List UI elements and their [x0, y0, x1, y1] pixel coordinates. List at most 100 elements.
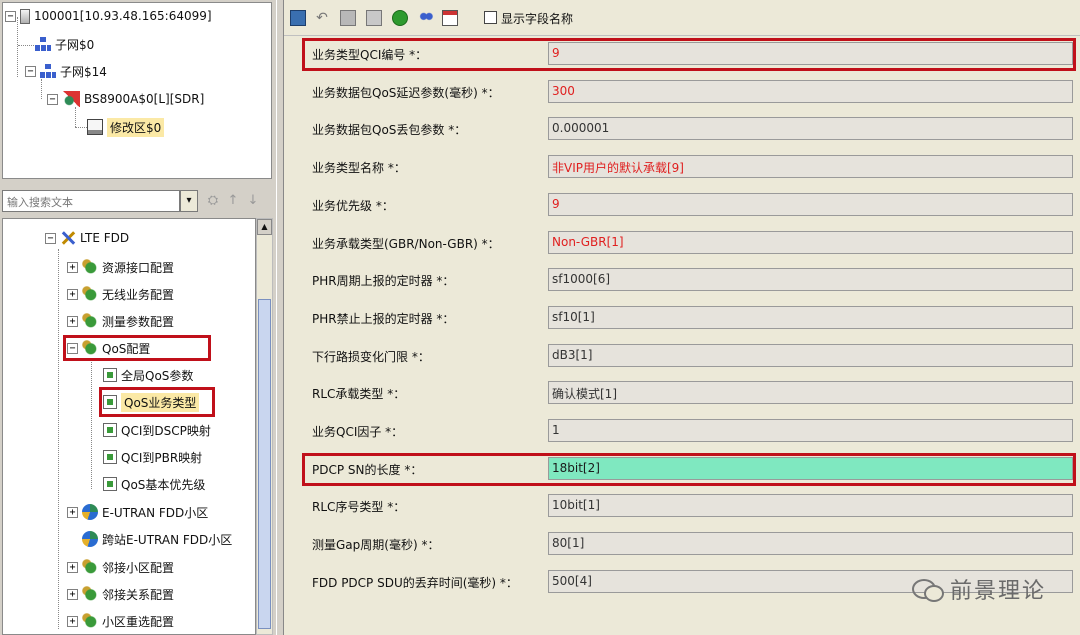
qos-service-type-highlight-box	[99, 387, 215, 417]
tree-node-qci-dscp-mapping[interactable]: QCI到DSCP映射	[103, 419, 211, 441]
field-value-input[interactable]: 非VIP用户的默认承载[9]	[548, 155, 1073, 179]
field-value-input[interactable]: 9	[548, 192, 1073, 216]
toolbar: ↶ 显示字段名称	[284, 0, 1080, 36]
tree-node-wireless-service[interactable]: + 无线业务配置	[67, 283, 174, 305]
tree-node-global-qos-params[interactable]: 全局QoS参数	[103, 364, 193, 386]
network-icon	[40, 64, 56, 78]
field-value-input[interactable]: 确认模式[1]	[548, 381, 1073, 405]
document-icon[interactable]	[366, 10, 382, 26]
field-label: FDD PDCP SDU的丢弃时间(毫秒) *：	[312, 575, 518, 590]
qci-highlight-box	[302, 38, 1076, 71]
expand-icon[interactable]: +	[67, 288, 78, 300]
field-value-input[interactable]: sf10[1]	[548, 305, 1073, 329]
tree-node-wireless-service-label: 无线业务配置	[102, 287, 175, 302]
collapse-icon[interactable]: −	[45, 232, 56, 244]
grid-icon[interactable]	[340, 10, 356, 26]
qos-service-type-form: 业务类型QCI编号 *： 9 业务数据包QoS延迟参数(毫秒) *： 300 业务数据包…	[288, 36, 1080, 635]
expand-icon[interactable]: +	[67, 588, 78, 600]
config-icon	[82, 259, 98, 275]
expand-icon[interactable]: +	[67, 615, 78, 627]
tree-node-measurement-params-label: 测量参数配置	[102, 314, 175, 329]
field-label: 业务承载类型(GBR/Non-GBR) *：	[312, 236, 500, 251]
calendar-icon[interactable]	[442, 10, 458, 26]
show-field-name-checkbox[interactable]	[484, 11, 497, 24]
tree-node-edit-area[interactable]: 修改区$0	[87, 116, 165, 138]
tree-node-qci-pbr-mapping[interactable]: QCI到PBR映射	[103, 446, 202, 468]
field-value-input[interactable]: 1	[548, 419, 1073, 442]
scrollbar-thumb[interactable]	[258, 299, 271, 629]
search-row: 输入搜索文本 ▾ ⛭ ↑ ↓	[0, 188, 276, 214]
field-value-input[interactable]: 10bit[1]	[548, 494, 1073, 518]
field-label: 业务数据包QoS延迟参数(毫秒) *：	[312, 85, 500, 100]
leaf-config-icon	[103, 368, 117, 382]
field-value-input[interactable]: 300	[548, 79, 1073, 103]
pdcp-sn-highlight-box	[302, 452, 1076, 486]
tree-node-subnet14[interactable]: − 子网$14	[25, 60, 107, 82]
pane-splitter[interactable]	[276, 0, 284, 635]
down-arrow-icon[interactable]: ↓	[246, 194, 260, 208]
collapse-icon[interactable]: −	[5, 10, 16, 22]
tree-node-neighbor-relation-config-label: 邻接关系配置	[102, 587, 175, 602]
tree-node-basestation[interactable]: − BS8900A$0[L][SDR]	[47, 88, 204, 110]
form-row: 业务类型名称 *： 非VIP用户的默认承载[9]	[288, 149, 1078, 187]
tree-node-measurement-params[interactable]: + 测量参数配置	[67, 310, 174, 332]
tree-node-eutran-fdd-cell-label: E-UTRAN FDD小区	[102, 505, 209, 520]
field-label: RLC承载类型 *：	[312, 387, 406, 402]
expand-icon[interactable]: +	[67, 506, 78, 518]
form-row: RLC承载类型 *： 确认模式[1]	[288, 375, 1078, 413]
field-label: 测量Gap周期(毫秒) *：	[312, 538, 440, 553]
config-icon	[82, 286, 98, 302]
server-icon	[20, 8, 30, 24]
save-icon[interactable]	[290, 10, 306, 26]
tree-node-neighbor-relation-config[interactable]: + 邻接关系配置	[67, 583, 174, 605]
tree-node-cell-reselection-config[interactable]: + 小区重选配置	[67, 610, 174, 632]
field-value-input[interactable]: 80[1]	[548, 532, 1073, 556]
edit-area-icon	[87, 119, 103, 135]
tree-node-lte-fdd[interactable]: − LTE FDD	[45, 227, 129, 249]
field-value-input[interactable]: 0.000001	[548, 117, 1073, 141]
field-label: PHR周期上报的定时器 *：	[312, 274, 455, 289]
tree-node-lte-fdd-label: LTE FDD	[80, 231, 130, 245]
field-value-input[interactable]: sf1000[6]	[548, 268, 1073, 292]
tree-node-resource-interface-label: 资源接口配置	[102, 260, 175, 275]
field-value-input[interactable]: dB3[1]	[548, 343, 1073, 367]
binoculars-icon[interactable]	[418, 10, 434, 26]
tree-node-subnet0-label: 子网$0	[55, 37, 95, 52]
refresh-icon[interactable]	[392, 10, 408, 26]
tree-node-cross-site-eutran-fdd-cell[interactable]: 跨站E-UTRAN FDD小区	[82, 528, 232, 550]
search-dropdown-button[interactable]: ▾	[180, 190, 198, 212]
tree-node-qci-dscp-mapping-label: QCI到DSCP映射	[121, 423, 211, 438]
tree-node-basestation-label: BS8900A$0[L][SDR]	[84, 92, 205, 106]
config-icon	[82, 313, 98, 329]
undo-icon[interactable]: ↶	[314, 10, 330, 26]
config-icon	[82, 613, 98, 629]
watermark-text: 前景理论	[949, 579, 1046, 604]
tree-node-resource-interface[interactable]: + 资源接口配置	[67, 256, 174, 278]
form-row: 业务优先级 *： 9	[288, 187, 1078, 225]
form-row: RLC序号类型 *： 10bit[1]	[288, 488, 1078, 526]
up-arrow-icon[interactable]: ↑	[226, 194, 240, 208]
form-row: 业务数据包QoS延迟参数(毫秒) *： 300	[288, 74, 1078, 112]
globe-icon	[82, 531, 98, 547]
tree-node-qos-basic-priority[interactable]: QoS基本优先级	[103, 473, 205, 495]
tree-node-subnet0[interactable]: 子网$0	[35, 33, 94, 55]
scroll-up-arrow-icon[interactable]: ▲	[257, 219, 272, 235]
field-value-input[interactable]: Non-GBR[1]	[548, 230, 1073, 254]
collapse-icon[interactable]: −	[47, 93, 58, 105]
form-row: 业务承载类型(GBR/Non-GBR) *： Non-GBR[1]	[288, 225, 1078, 263]
expand-icon[interactable]: +	[67, 315, 78, 327]
tree-node-neighbor-cell-config-label: 邻接小区配置	[102, 560, 175, 575]
tree-node-root[interactable]: − 100001[10.93.48.165:64099]	[5, 5, 212, 27]
find-icon[interactable]: ⛭	[206, 194, 220, 208]
tree-node-eutran-fdd-cell[interactable]: + E-UTRAN FDD小区	[67, 501, 208, 523]
expand-icon[interactable]: +	[67, 561, 78, 573]
tree-node-neighbor-cell-config[interactable]: + 邻接小区配置	[67, 556, 174, 578]
tree-node-qci-pbr-mapping-label: QCI到PBR映射	[121, 450, 203, 465]
expand-icon[interactable]: +	[67, 261, 78, 273]
network-tree: − 100001[10.93.48.165:64099] 子网$0 − 子网$1…	[2, 2, 272, 179]
config-icon	[82, 586, 98, 602]
search-input[interactable]: 输入搜索文本	[2, 190, 180, 212]
collapse-icon[interactable]: −	[25, 65, 36, 77]
config-tree-scrollbar[interactable]: ▲	[256, 218, 273, 635]
config-icon	[82, 559, 98, 575]
